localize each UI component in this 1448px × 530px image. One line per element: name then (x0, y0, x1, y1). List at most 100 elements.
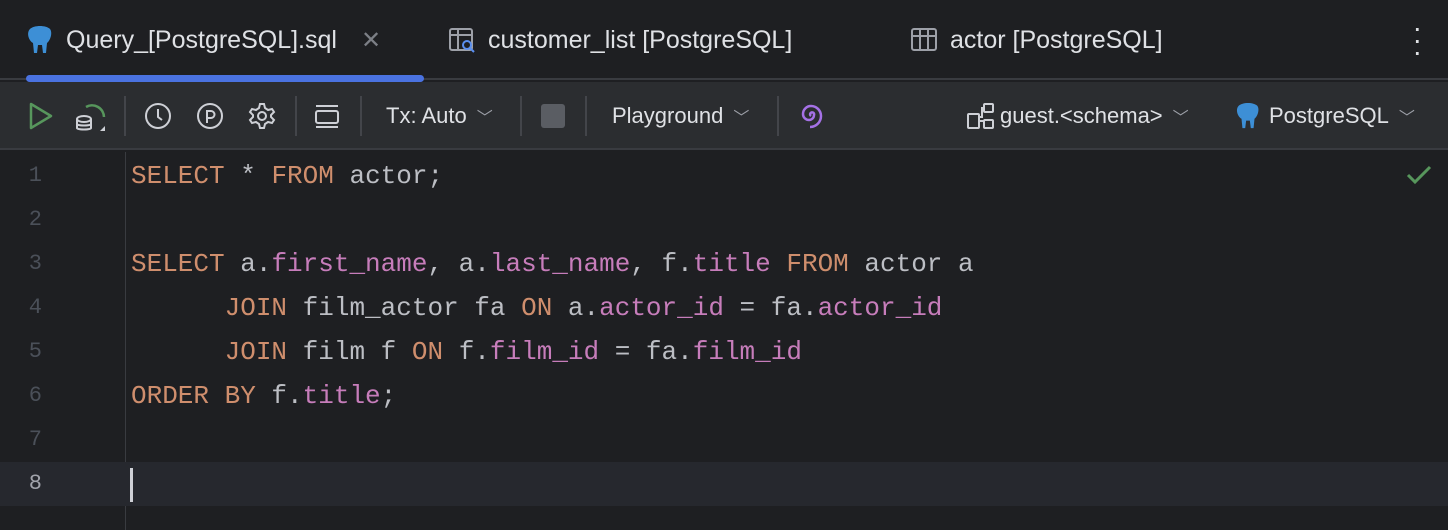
code-token: film_actor fa (287, 293, 522, 323)
code-token: = fa. (723, 293, 818, 323)
line-number: 5 (28, 339, 42, 364)
column-name: title (692, 249, 771, 279)
settings-button[interactable] (247, 82, 277, 150)
code-token: actor; (333, 161, 444, 191)
mode-label: Playground (612, 103, 724, 128)
stop-icon (541, 104, 565, 128)
divider (295, 96, 297, 136)
code-token: , a. (427, 249, 490, 279)
datasource-label: PostgreSQL (1269, 103, 1389, 128)
history-button[interactable] (143, 82, 173, 150)
divider (585, 96, 587, 136)
code-token: f. (443, 337, 490, 367)
text-caret (130, 468, 133, 502)
panel-icon (315, 105, 339, 128)
line-number: 1 (28, 163, 42, 188)
datasource-dropdown[interactable]: PostgreSQL ﹀ (1235, 82, 1415, 150)
layout-button[interactable] (313, 82, 341, 150)
sql-keyword: SELECT (131, 161, 225, 191)
line-number: 3 (28, 251, 42, 276)
code-line[interactable]: 3 SELECT a.first_name, a.last_name, f.tit… (0, 242, 1448, 286)
line-number: 4 (28, 295, 42, 320)
schema-icon (967, 103, 994, 129)
sql-editor[interactable]: 1 SELECT * FROM actor; 2 3 SELECT a.first_na… (0, 152, 1448, 530)
postgresql-icon (26, 25, 54, 55)
column-name: film_id (692, 337, 802, 367)
code-token: , f. (630, 249, 693, 279)
code-token: a. (552, 293, 600, 323)
editor-toolbar: Tx: Auto ﹀ Playground ﹀ guest.<schema> ﹀ Po… (0, 82, 1448, 150)
schema-dropdown[interactable]: guest.<schema> ﹀ (966, 82, 1189, 150)
sql-keyword: FROM (786, 249, 849, 279)
parameters-button[interactable] (195, 82, 225, 150)
spiral-icon (801, 104, 823, 129)
table-view-icon (448, 26, 476, 54)
code-text: JOIN film f ON f.film_id = fa.film_id (131, 330, 802, 374)
code-line[interactable]: 1 SELECT * FROM actor; (0, 154, 1448, 198)
divider (360, 96, 362, 136)
column-name: first_name (271, 249, 428, 279)
line-number: 7 (28, 427, 42, 452)
editor-tabs: Query_[PostgreSQL].sql ✕ customer_list [… (0, 0, 1448, 82)
code-token: = fa. (599, 337, 693, 367)
code-token: actor a (848, 249, 974, 279)
code-text: SELECT a.first_name, a.last_name, f.titl… (131, 242, 974, 286)
code-token: ; (380, 381, 397, 411)
tab-actor[interactable]: actor [PostgreSQL] (910, 0, 1163, 80)
sql-keyword: ON (411, 337, 444, 367)
code-line[interactable]: 6 ORDER BY f.title; (0, 374, 1448, 418)
sql-keyword: JOIN (224, 293, 288, 323)
code-line[interactable]: 5 JOIN film f ON f.film_id = fa.film_id (0, 330, 1448, 374)
explain-plan-button[interactable] (74, 82, 108, 150)
line-number: 2 (28, 207, 42, 232)
sql-keyword: ON (521, 293, 553, 323)
code-token: film f (287, 337, 412, 367)
tab-label: Query_[PostgreSQL].sql (66, 25, 337, 54)
column-name: film_id (489, 337, 600, 367)
play-icon (29, 102, 53, 130)
column-name: last_name (489, 249, 631, 279)
sql-keyword: FROM (271, 161, 334, 191)
tab-customer-list[interactable]: customer_list [PostgreSQL] (448, 0, 792, 80)
line-number: 8 (28, 471, 42, 496)
divider (124, 96, 126, 136)
tab-label: customer_list [PostgreSQL] (488, 25, 793, 54)
tab-query-postgresql[interactable]: Query_[PostgreSQL].sql ✕ (26, 0, 424, 82)
parameter-icon (197, 103, 223, 129)
column-name: actor_id (599, 293, 724, 323)
divider (520, 96, 522, 136)
chevron-down-icon: ﹀ (1172, 110, 1189, 127)
code-token: * (224, 161, 272, 191)
clock-icon (145, 103, 171, 129)
column-name: actor_id (817, 293, 943, 323)
tx-label: Tx: Auto (386, 103, 467, 128)
schema-label: guest.<schema> (1000, 103, 1163, 128)
sql-keyword: JOIN (224, 337, 288, 367)
more-options-icon[interactable]: · · · (1413, 14, 1422, 66)
chevron-down-icon: ﹀ (476, 110, 493, 127)
code-line[interactable]: 4 JOIN film_actor fa ON a.actor_id = fa.… (0, 286, 1448, 330)
mode-dropdown[interactable]: Playground ﹀ (612, 82, 749, 150)
code-token: a. (224, 249, 272, 279)
ai-assistant-button[interactable] (798, 82, 824, 150)
transaction-mode-dropdown[interactable]: Tx: Auto ﹀ (386, 82, 493, 150)
code-text: JOIN film_actor fa ON a.actor_id = fa.ac… (131, 286, 943, 330)
chevron-down-icon: ﹀ (733, 110, 750, 127)
stop-button[interactable] (541, 82, 565, 150)
code-line[interactable]: 7 (0, 418, 1448, 462)
database-gauge-icon (76, 104, 106, 131)
code-line[interactable]: 2 (0, 198, 1448, 242)
chevron-down-icon: ﹀ (1398, 110, 1415, 127)
code-line[interactable]: 8 (0, 462, 1448, 506)
run-button[interactable] (28, 82, 54, 150)
code-text: ORDER BY f.title; (131, 374, 396, 418)
close-icon[interactable]: ✕ (361, 26, 381, 55)
divider (777, 96, 779, 136)
postgresql-icon (1236, 103, 1259, 129)
sql-keyword: SELECT (131, 249, 225, 279)
gear-icon (248, 103, 276, 129)
code-text: SELECT * FROM actor; (131, 154, 443, 198)
column-name: title (302, 381, 381, 411)
